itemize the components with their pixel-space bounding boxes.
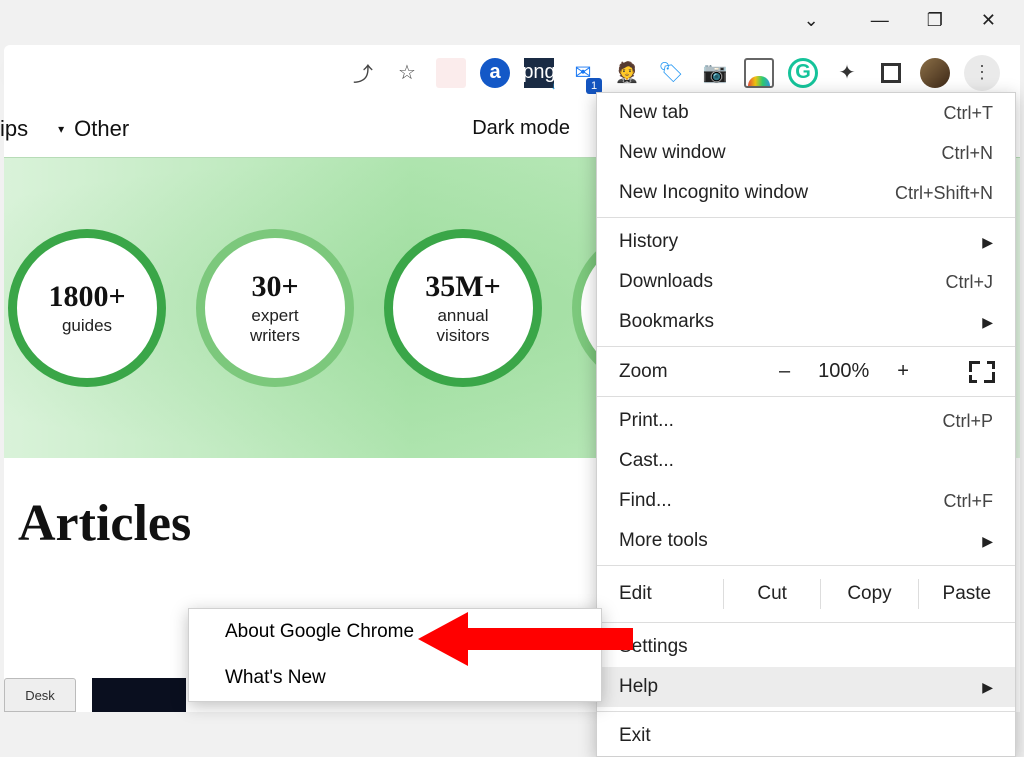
stat-guides: 1800+ guides bbox=[8, 229, 166, 387]
edit-paste-button[interactable]: Paste bbox=[918, 579, 1015, 609]
chevron-right-icon: ▶ bbox=[982, 679, 993, 696]
menu-downloads[interactable]: DownloadsCtrl+J bbox=[597, 262, 1015, 302]
help-submenu: About Google Chrome What's New bbox=[188, 608, 602, 702]
dark-mode-toggle[interactable]: Dark mode bbox=[472, 117, 570, 140]
chevron-right-icon: ▶ bbox=[982, 533, 993, 550]
edit-cut-button[interactable]: Cut bbox=[723, 579, 820, 609]
nav-tips[interactable]: ips bbox=[0, 116, 28, 142]
chevron-right-icon: ▶ bbox=[982, 234, 993, 251]
profile-avatar[interactable] bbox=[920, 58, 950, 88]
menu-separator bbox=[597, 622, 1015, 623]
close-button[interactable]: ✕ bbox=[981, 10, 996, 31]
extension-tuxedo-icon[interactable]: 🤵 bbox=[612, 58, 642, 88]
stat-label: annual visitors bbox=[437, 306, 490, 345]
edit-copy-button[interactable]: Copy bbox=[820, 579, 917, 609]
card-desk[interactable]: Desk bbox=[4, 678, 76, 712]
submenu-about-chrome[interactable]: About Google Chrome bbox=[189, 609, 601, 655]
menu-separator bbox=[597, 396, 1015, 397]
menu-find[interactable]: Find...Ctrl+F bbox=[597, 481, 1015, 521]
zoom-out-button[interactable]: – bbox=[779, 360, 790, 383]
menu-separator bbox=[597, 346, 1015, 347]
extension-grammarly-icon[interactable]: G bbox=[788, 58, 818, 88]
chevron-right-icon: ▶ bbox=[982, 314, 993, 331]
menu-more-tools[interactable]: More tools▶ bbox=[597, 521, 1015, 561]
card-dark[interactable] bbox=[92, 678, 186, 712]
bookmark-star-icon[interactable]: ☆ bbox=[392, 58, 422, 88]
extension-png-icon[interactable]: png bbox=[524, 58, 554, 88]
menu-bookmarks[interactable]: Bookmarks▶ bbox=[597, 302, 1015, 342]
extension-rainbow-icon[interactable] bbox=[744, 58, 774, 88]
stat-number: 30+ bbox=[251, 270, 298, 304]
stat-number: 1800+ bbox=[48, 280, 125, 314]
menu-new-tab[interactable]: New tabCtrl+T bbox=[597, 93, 1015, 133]
extension-camera-icon[interactable]: 📷 bbox=[700, 58, 730, 88]
extension-square-icon[interactable] bbox=[881, 63, 901, 83]
menu-print[interactable]: Print...Ctrl+P bbox=[597, 401, 1015, 441]
stat-number: 35M+ bbox=[425, 270, 500, 304]
extension-a-icon[interactable]: a bbox=[480, 58, 510, 88]
chrome-menu-button[interactable]: ⋮ bbox=[964, 55, 1000, 91]
stat-visitors: 35M+ annual visitors bbox=[384, 229, 542, 387]
window-controls: ⌄ — ❐ ✕ bbox=[804, 0, 1024, 40]
zoom-label: Zoom bbox=[619, 361, 739, 383]
edit-label: Edit bbox=[619, 583, 723, 605]
share-icon[interactable]: ⤴ bbox=[348, 58, 378, 88]
fullscreen-icon[interactable] bbox=[969, 361, 995, 383]
nav-other[interactable]: ▾Other bbox=[58, 116, 129, 142]
menu-help[interactable]: Help▶ bbox=[597, 667, 1015, 707]
menu-exit[interactable]: Exit bbox=[597, 716, 1015, 756]
chevron-down-icon[interactable]: ⌄ bbox=[804, 10, 819, 31]
menu-history[interactable]: History▶ bbox=[597, 222, 1015, 262]
menu-new-window[interactable]: New windowCtrl+N bbox=[597, 133, 1015, 173]
menu-cast[interactable]: Cast... bbox=[597, 441, 1015, 481]
menu-settings[interactable]: Settings bbox=[597, 627, 1015, 667]
menu-incognito[interactable]: New Incognito windowCtrl+Shift+N bbox=[597, 173, 1015, 213]
stat-label: guides bbox=[62, 316, 112, 336]
zoom-in-button[interactable]: + bbox=[897, 360, 909, 383]
extension-tag-icon[interactable]: 🏷 bbox=[656, 58, 686, 88]
menu-separator bbox=[597, 217, 1015, 218]
maximize-button[interactable]: ❐ bbox=[927, 10, 943, 31]
menu-edit-row: Edit Cut Copy Paste bbox=[597, 570, 1015, 618]
extension-pink-icon[interactable] bbox=[436, 58, 466, 88]
extensions-puzzle-icon[interactable]: ✦ bbox=[832, 58, 862, 88]
stat-writers: 30+ expert writers bbox=[196, 229, 354, 387]
menu-zoom: Zoom – 100% + bbox=[597, 351, 1015, 392]
zoom-value: 100% bbox=[818, 360, 869, 383]
stat-label: expert writers bbox=[250, 306, 300, 345]
chrome-main-menu: New tabCtrl+T New windowCtrl+N New Incog… bbox=[596, 92, 1016, 757]
extension-mail-icon[interactable]: ✉1 bbox=[568, 58, 598, 88]
minimize-button[interactable]: — bbox=[871, 10, 889, 31]
menu-separator bbox=[597, 565, 1015, 566]
submenu-whats-new[interactable]: What's New bbox=[189, 655, 601, 701]
caret-icon: ▾ bbox=[58, 122, 64, 136]
